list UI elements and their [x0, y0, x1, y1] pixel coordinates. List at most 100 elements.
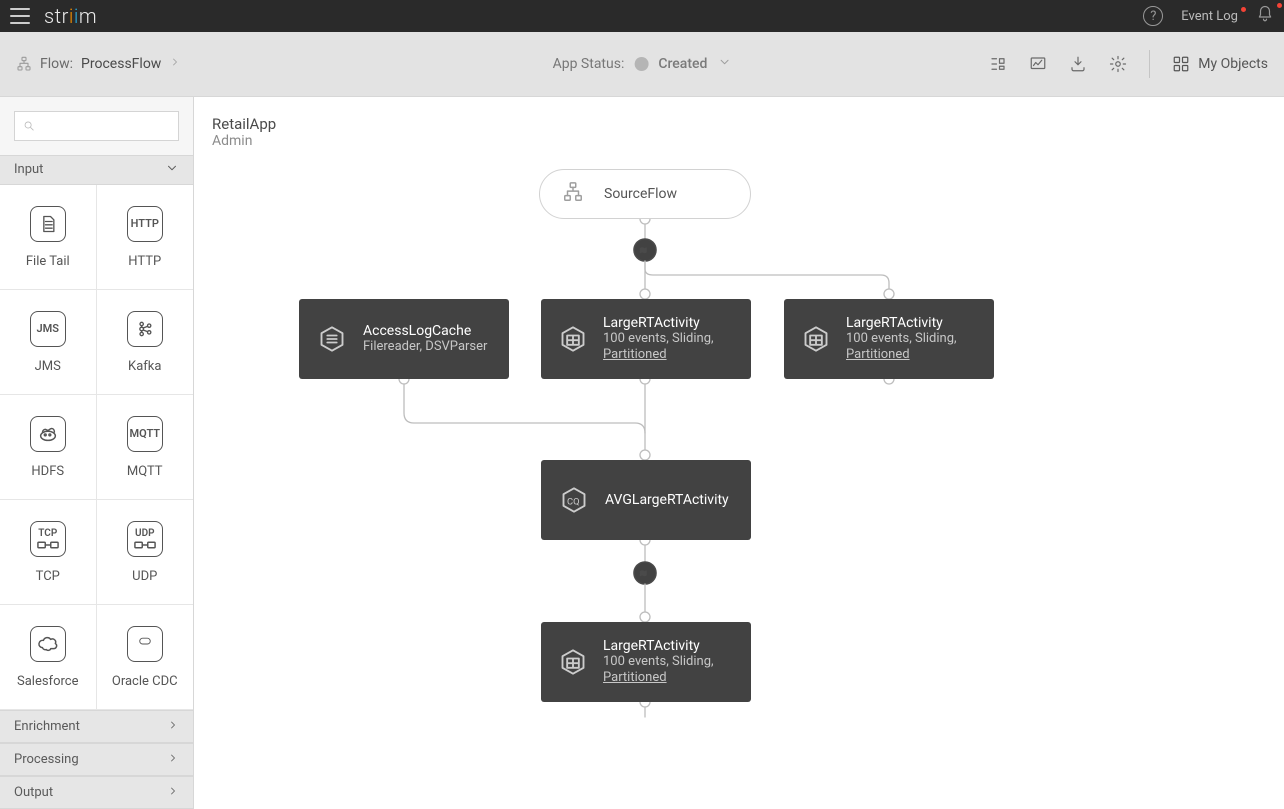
node-title: LargeRTActivity — [603, 315, 733, 331]
breadcrumb: Flow: ProcessFlow — [16, 56, 181, 72]
node-large-rt-activity-2[interactable]: LargeRTActivity 100 events, Sliding, Par… — [784, 299, 994, 379]
menu-icon[interactable] — [10, 6, 30, 26]
udp-icon: UDP — [127, 521, 163, 557]
oracle-icon — [127, 626, 163, 662]
node-subtitle: Filereader, DSVParser — [363, 339, 487, 355]
window-icon — [559, 324, 587, 354]
section-processing[interactable]: Processing — [0, 743, 193, 776]
chevron-right-icon — [167, 752, 179, 768]
chevron-down-icon[interactable] — [717, 55, 731, 73]
svg-text:≈: ≈ — [640, 243, 647, 257]
node-subtitle: 100 events, Sliding, — [603, 331, 714, 346]
palette-tcp[interactable]: TCP TCP — [0, 500, 97, 605]
section-input[interactable]: Input — [0, 155, 193, 185]
salesforce-icon — [30, 626, 66, 662]
notifications-icon[interactable] — [1256, 5, 1274, 27]
palette-http[interactable]: HTTP HTTP — [97, 185, 194, 290]
kafka-icon — [127, 311, 163, 347]
node-partitioned-link[interactable]: Partitioned — [603, 670, 667, 685]
breadcrumb-flow-label[interactable]: Flow: — [40, 56, 73, 72]
section-output[interactable]: Output — [0, 776, 193, 809]
notification-dot-icon — [1241, 7, 1246, 12]
status-dot-icon — [634, 57, 648, 71]
brand-logo: striim — [44, 4, 97, 28]
chevron-right-icon — [169, 56, 181, 72]
node-title: LargeRTActivity — [846, 315, 976, 331]
node-sourceflow[interactable]: SourceFlow — [539, 169, 751, 219]
tree-view-icon[interactable] — [989, 55, 1007, 73]
node-accesslogcache[interactable]: AccessLogCache Filereader, DSVParser — [299, 299, 509, 379]
node-large-rt-activity-3[interactable]: LargeRTActivity 100 events, Sliding, Par… — [541, 622, 751, 702]
node-partitioned-link[interactable]: Partitioned — [846, 347, 910, 362]
palette-label: JMS — [35, 359, 61, 374]
http-icon: HTTP — [127, 206, 163, 242]
status-value: Created — [658, 56, 707, 72]
palette-label: Kafka — [128, 359, 161, 374]
search-input[interactable] — [14, 111, 179, 141]
palette-label: UDP — [132, 569, 157, 584]
palette-udp[interactable]: UDP UDP — [97, 500, 194, 605]
palette-oracle-cdc[interactable]: Oracle CDC — [97, 605, 194, 710]
toolbar: Flow: ProcessFlow App Status: Created My… — [0, 32, 1284, 97]
my-objects-label: My Objects — [1198, 56, 1268, 72]
svg-text:CQ: CQ — [567, 497, 580, 508]
palette-label: HDFS — [31, 464, 64, 479]
node-title: LargeRTActivity — [603, 638, 733, 654]
node-avg-large-rt-activity[interactable]: CQ AVGLargeRTActivity — [541, 460, 751, 540]
node-title: AVGLargeRTActivity — [605, 492, 729, 508]
jms-icon: JMS — [30, 311, 66, 347]
app-owner: Admin — [212, 133, 276, 149]
chevron-down-icon — [165, 161, 179, 179]
app-status: App Status: Created — [553, 55, 732, 73]
palette-kafka[interactable]: Kafka — [97, 290, 194, 395]
search-input-field[interactable] — [41, 118, 170, 133]
node-subtitle: 100 events, Sliding, — [846, 331, 957, 346]
notification-dot-icon — [1277, 3, 1282, 8]
chart-icon[interactable] — [1029, 55, 1047, 73]
app-header: RetailApp Admin — [212, 115, 276, 149]
cq-icon: CQ — [559, 485, 589, 515]
palette-label: HTTP — [128, 254, 161, 269]
flow-icon — [16, 56, 32, 72]
section-output-label: Output — [14, 785, 53, 800]
palette-label: File Tail — [26, 254, 70, 269]
section-enrichment[interactable]: Enrichment — [0, 710, 193, 743]
node-subtitle: 100 events, Sliding, — [603, 654, 714, 669]
node-partitioned-link[interactable]: Partitioned — [603, 347, 667, 362]
event-log-label: Event Log — [1181, 9, 1238, 24]
section-processing-label: Processing — [14, 752, 79, 767]
app-title: RetailApp — [212, 115, 276, 133]
svg-text:≈: ≈ — [640, 566, 647, 580]
palette-label: Oracle CDC — [112, 674, 178, 689]
my-objects-button[interactable]: My Objects — [1172, 55, 1268, 73]
node-large-rt-activity-1[interactable]: LargeRTActivity 100 events, Sliding, Par… — [541, 299, 751, 379]
flow-canvas[interactable]: RetailApp Admin ≈ ≈ — [194, 97, 1284, 809]
window-icon — [802, 324, 830, 354]
download-icon[interactable] — [1069, 55, 1087, 73]
palette-label: Salesforce — [17, 674, 78, 689]
palette-file-tail[interactable]: File Tail — [0, 185, 97, 290]
palette-hdfs[interactable]: HDFS — [0, 395, 97, 500]
node-title: AccessLogCache — [363, 323, 487, 339]
cache-icon — [317, 324, 347, 354]
mqtt-icon: MQTT — [127, 416, 163, 452]
section-enrichment-label: Enrichment — [14, 719, 80, 734]
gear-icon[interactable] — [1109, 55, 1127, 73]
topbar: striim ? Event Log — [0, 0, 1284, 32]
chevron-right-icon — [167, 719, 179, 735]
palette-jms[interactable]: JMS JMS — [0, 290, 97, 395]
palette-label: MQTT — [127, 464, 163, 479]
status-prefix: App Status: — [553, 56, 625, 72]
breadcrumb-flow-name[interactable]: ProcessFlow — [81, 56, 161, 72]
palette-input: File Tail HTTP HTTP JMS JMS Kafka HDFS M… — [0, 185, 193, 710]
help-icon[interactable]: ? — [1143, 6, 1163, 26]
tcp-icon: TCP — [30, 521, 66, 557]
event-log-link[interactable]: Event Log — [1181, 9, 1238, 24]
palette-salesforce[interactable]: Salesforce — [0, 605, 97, 710]
divider — [1149, 50, 1150, 78]
file-icon — [30, 206, 66, 242]
window-icon — [559, 647, 587, 677]
sidebar: Input File Tail HTTP HTTP JMS JMS Kafka … — [0, 97, 194, 809]
chevron-right-icon — [167, 785, 179, 801]
palette-mqtt[interactable]: MQTT MQTT — [97, 395, 194, 500]
